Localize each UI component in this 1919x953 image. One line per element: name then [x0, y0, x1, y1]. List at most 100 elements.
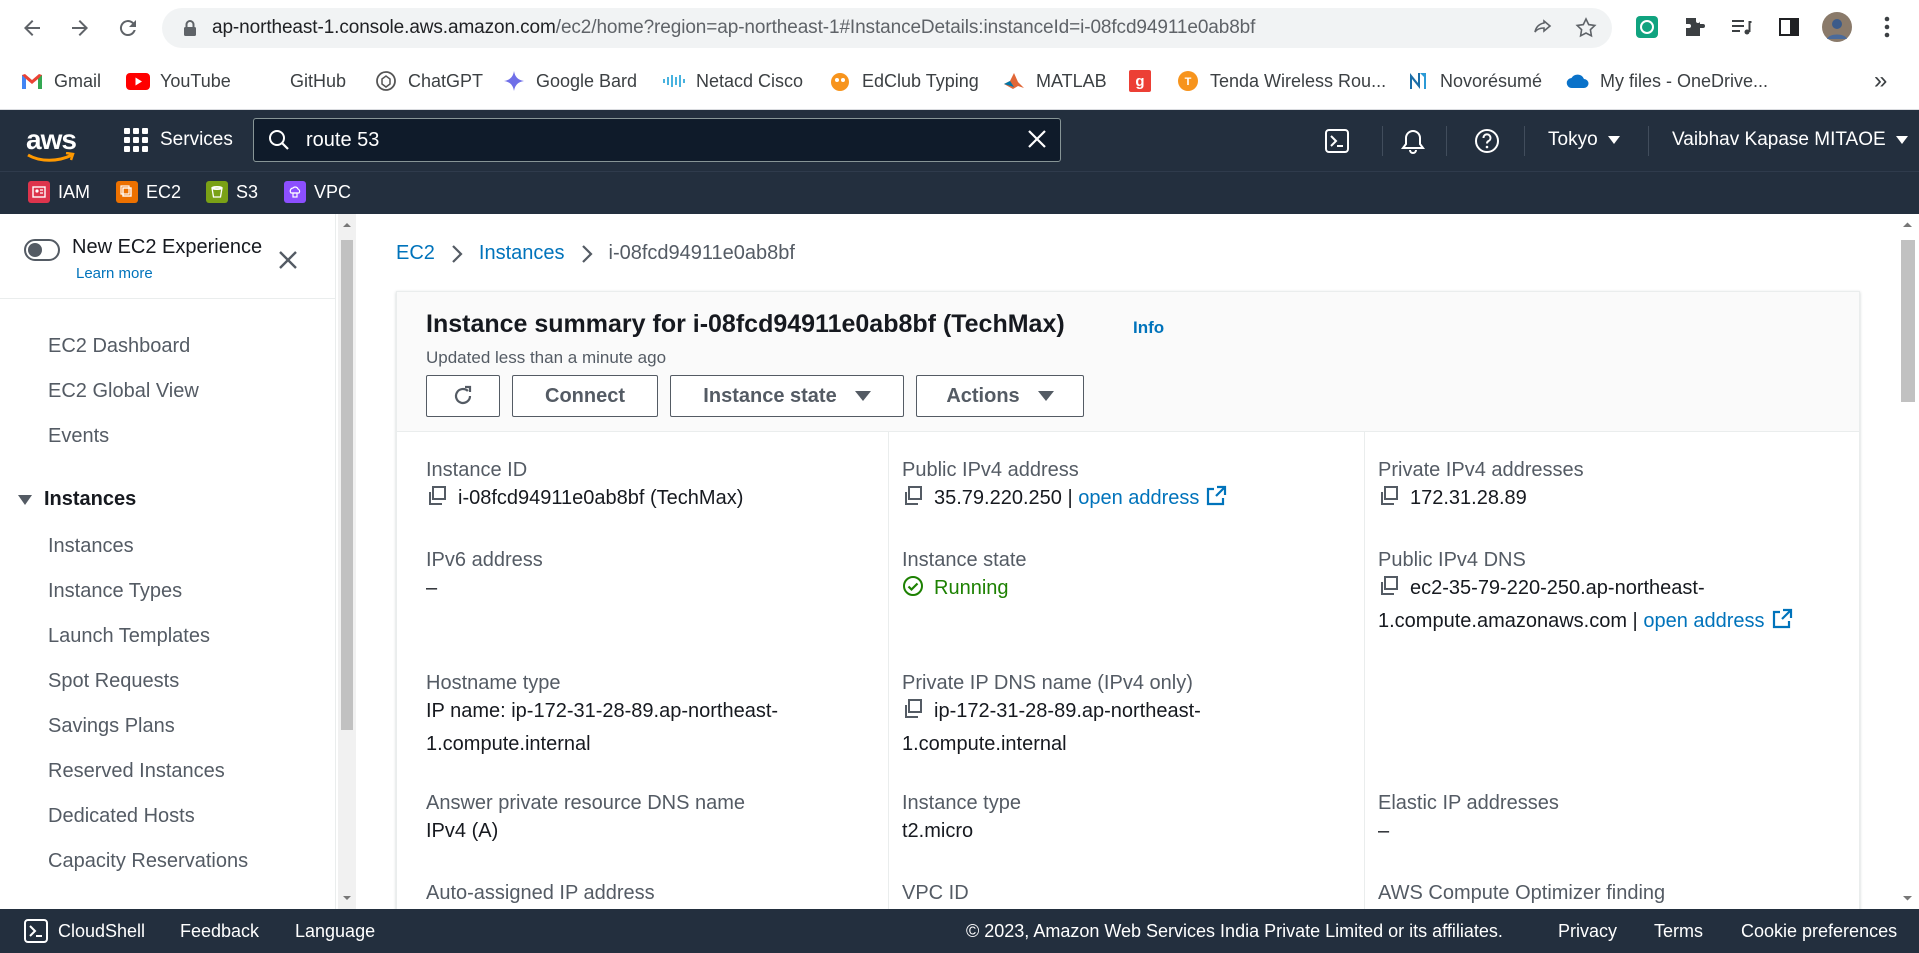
sidebar-scroll-thumb[interactable]: [341, 240, 353, 730]
sidebar-item-events[interactable]: Events: [48, 425, 109, 448]
cloudshell-icon[interactable]: [1322, 126, 1352, 156]
copy-icon[interactable]: [902, 698, 924, 720]
info-link[interactable]: Info: [1133, 318, 1164, 338]
sidebar-item-capacity-reservations[interactable]: Capacity Reservations: [48, 850, 248, 873]
language-link[interactable]: Language: [295, 921, 375, 942]
notifications-bell-icon[interactable]: [1398, 126, 1428, 156]
bookmark-label: YouTube: [160, 70, 231, 91]
actions-dropdown[interactable]: Actions: [916, 375, 1084, 417]
instance-id-text: i-08fcd94911e0ab8bf (TechMax): [458, 487, 744, 509]
services-menu-button[interactable]: Services: [124, 128, 233, 152]
new-ec2-experience-toggle[interactable]: [24, 239, 60, 261]
sidebar-item-savings-plans[interactable]: Savings Plans: [48, 715, 175, 738]
star-icon[interactable]: [1574, 16, 1598, 40]
side-panel-icon[interactable]: [1774, 12, 1804, 42]
svg-text:g: g: [1135, 73, 1144, 90]
puzzle-icon[interactable]: [1680, 12, 1710, 42]
forward-button[interactable]: [64, 12, 96, 44]
open-public-ip-link[interactable]: open address: [1078, 487, 1199, 509]
console-search-input[interactable]: [306, 125, 996, 155]
bookmark-matlab[interactable]: MATLAB: [1002, 68, 1107, 94]
bookmark-github[interactable]: GitHub: [256, 68, 346, 94]
bookmark-edclub-typing[interactable]: EdClub Typing: [828, 68, 979, 94]
extension-green-icon[interactable]: [1632, 12, 1662, 42]
external-link-icon[interactable]: [1205, 485, 1227, 507]
help-icon[interactable]: [1472, 126, 1502, 156]
bookmark-onedrive[interactable]: My files - OneDrive...: [1566, 68, 1768, 94]
cloudshell-footer-button[interactable]: CloudShell: [24, 919, 145, 943]
cookie-preferences-link[interactable]: Cookie preferences: [1741, 921, 1897, 942]
favorite-vpc[interactable]: VPC: [284, 181, 351, 203]
caret-down-icon: [854, 391, 871, 401]
main-content: EC2 Instances i-08fcd94911e0ab8bf Instan…: [356, 214, 1896, 909]
refresh-button[interactable]: [426, 375, 500, 417]
sidebar-item-ec2-dashboard[interactable]: EC2 Dashboard: [48, 335, 190, 358]
sidebar-item-ec2-global-view[interactable]: EC2 Global View: [48, 380, 199, 403]
public-dns-line-1: ec2-35-79-220-250.ap-northeast-: [1410, 577, 1705, 599]
ipv6-address-label: IPv6 address: [426, 549, 543, 571]
copy-icon[interactable]: [426, 485, 448, 507]
address-bar[interactable]: ap-northeast-1.console.aws.amazon.com/ec…: [162, 8, 1612, 48]
feedback-link[interactable]: Feedback: [180, 921, 259, 942]
instance-state-button-label: Instance state: [703, 384, 837, 407]
bookmark-chatgpt[interactable]: ChatGPT: [374, 68, 483, 94]
main-scroll-thumb[interactable]: [1901, 240, 1915, 402]
copy-icon[interactable]: [1378, 485, 1400, 507]
breadcrumb-ec2[interactable]: EC2: [396, 242, 435, 265]
region-selector[interactable]: Tokyo: [1548, 129, 1620, 151]
answer-dns-label: Answer private resource DNS name: [426, 792, 746, 814]
sidebar-item-reserved-instances[interactable]: Reserved Instances: [48, 760, 225, 783]
copy-icon[interactable]: [902, 485, 924, 507]
sidebar-item-instance-types[interactable]: Instance Types: [48, 580, 182, 603]
bookmark-label: Gmail: [54, 70, 102, 91]
bookmarks-more-button[interactable]: »: [1874, 67, 1887, 94]
bookmark-tenda[interactable]: T Tenda Wireless Rou...: [1176, 68, 1386, 94]
aws-logo-text: aws: [26, 124, 77, 155]
favorite-iam[interactable]: IAM: [28, 181, 90, 203]
updated-timestamp: Updated less than a minute ago: [426, 348, 667, 367]
sidebar-item-dedicated-hosts[interactable]: Dedicated Hosts: [48, 805, 195, 828]
caret-down-icon: [1607, 136, 1620, 144]
bookmark-netacad-cisco[interactable]: Netacd Cisco: [662, 68, 803, 94]
sidebar-item-spot-requests[interactable]: Spot Requests: [48, 670, 179, 693]
privacy-link[interactable]: Privacy: [1558, 921, 1617, 942]
elastic-ip-value: –: [1378, 820, 1390, 842]
sidebar-scrollbar[interactable]: [338, 214, 356, 909]
share-icon[interactable]: [1530, 16, 1554, 40]
private-dns-label: Private IP DNS name (IPv4 only): [902, 672, 1193, 694]
elastic-ip-label: Elastic IP addresses: [1378, 792, 1559, 814]
sidebar-item-launch-templates[interactable]: Launch Templates: [48, 625, 210, 648]
favorite-ec2[interactable]: EC2: [116, 181, 181, 203]
open-public-dns-link[interactable]: open address: [1643, 610, 1764, 632]
bookmark-label: My files - OneDrive...: [1600, 70, 1769, 91]
instance-state-dropdown[interactable]: Instance state: [670, 375, 904, 417]
bookmark-gmail[interactable]: Gmail: [20, 68, 101, 94]
account-menu[interactable]: Vaibhav Kapase MITAOE: [1672, 129, 1908, 151]
github-icon: [256, 69, 280, 93]
external-link-icon[interactable]: [1771, 608, 1793, 630]
aws-logo[interactable]: aws: [26, 124, 77, 162]
copy-icon[interactable]: [1378, 575, 1400, 597]
profile-avatar[interactable]: [1822, 12, 1852, 42]
terms-link[interactable]: Terms: [1654, 921, 1703, 942]
browser-menu-icon[interactable]: [1872, 12, 1902, 42]
bookmark-novoresume[interactable]: Novorésumé: [1406, 68, 1542, 94]
main-scrollbar[interactable]: [1896, 214, 1919, 909]
back-button[interactable]: [16, 12, 48, 44]
breadcrumb-instances[interactable]: Instances: [479, 242, 565, 265]
favorite-s3[interactable]: S3: [206, 181, 258, 203]
media-queue-icon[interactable]: [1726, 12, 1756, 42]
bookmark-youtube[interactable]: YouTube: [126, 68, 231, 94]
close-icon[interactable]: [1026, 128, 1048, 150]
learn-more-link[interactable]: Learn more: [76, 265, 153, 282]
connect-button[interactable]: Connect: [512, 375, 658, 417]
bookmark-google-bard[interactable]: Google Bard: [502, 68, 637, 94]
instance-type-label: Instance type: [902, 792, 1021, 814]
bookmark-g[interactable]: g: [1128, 68, 1162, 94]
gmail-icon: [20, 69, 44, 93]
sidebar-item-instances[interactable]: Instances: [48, 535, 134, 558]
close-icon[interactable]: [278, 250, 298, 270]
sidebar-section-instances[interactable]: Instances: [18, 488, 136, 511]
instance-state-value: Running: [902, 572, 1009, 605]
reload-button[interactable]: [112, 12, 144, 44]
